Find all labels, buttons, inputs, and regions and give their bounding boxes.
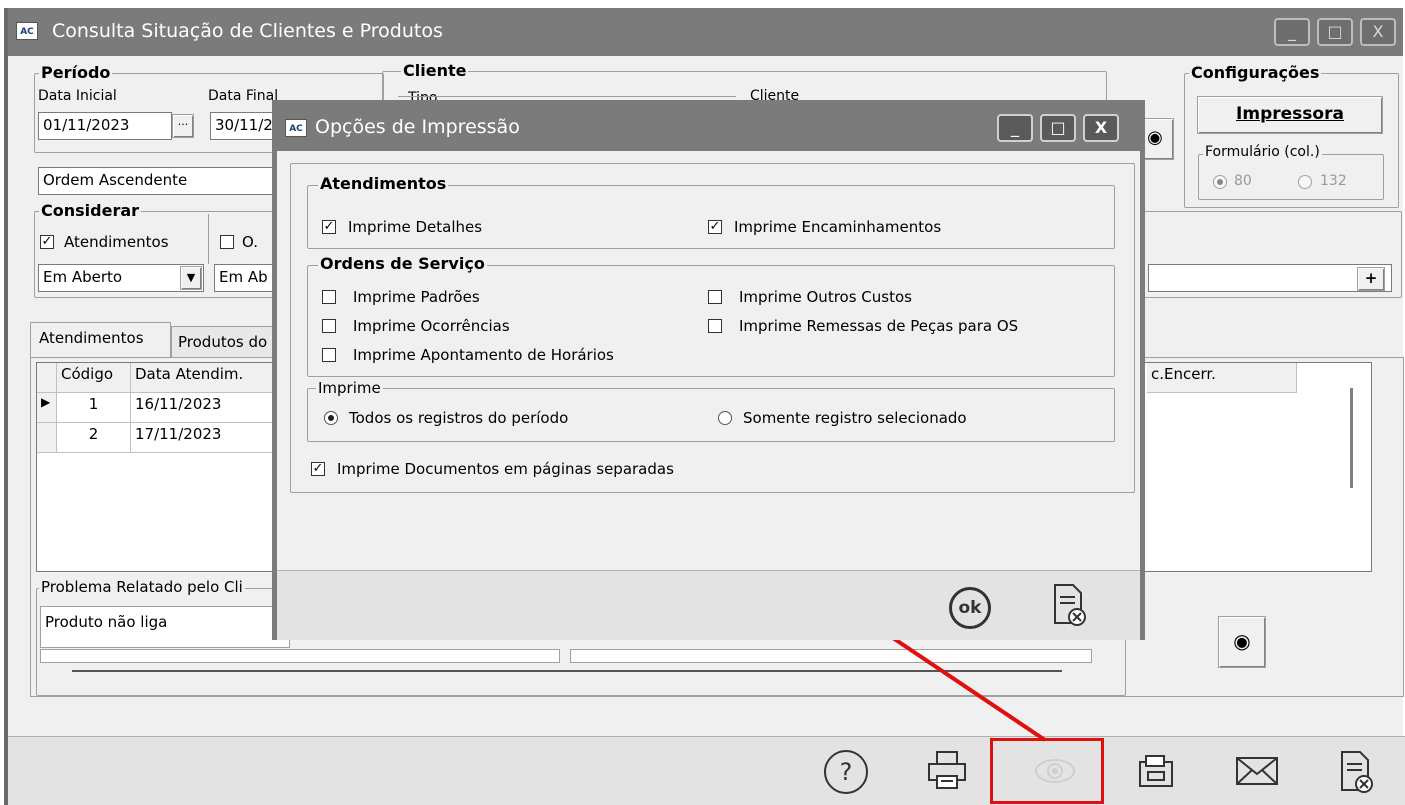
grid-cell-data[interactable]: 16/11/2023 xyxy=(131,393,281,423)
dialog-maximize-button[interactable]: □ xyxy=(1040,114,1076,142)
print-options-dialog: AC Opções de Impressão _ □ X Atendimento… xyxy=(272,100,1145,640)
imprime-encaminhamentos-label: Imprime Encaminhamentos xyxy=(734,218,942,236)
close-button[interactable]: X xyxy=(1360,18,1396,46)
grid-cell-data[interactable]: 17/11/2023 xyxy=(131,423,281,453)
atendimentos-checkbox[interactable]: ✓ xyxy=(40,235,54,249)
plus-button[interactable]: + xyxy=(1357,267,1385,291)
imprime-detalhes-checkbox[interactable]: ✓ xyxy=(322,220,336,234)
ordem-select[interactable]: Ordem Ascendente xyxy=(38,167,288,195)
considerar-legend: Considerar xyxy=(39,201,142,220)
periodo-legend: Período xyxy=(39,63,113,82)
tab-produtos[interactable]: Produtos do xyxy=(171,326,283,358)
imprime-apontamento-checkbox[interactable] xyxy=(322,348,336,362)
grid-header-data[interactable]: Data Atendim. xyxy=(131,363,281,393)
fax-icon[interactable] xyxy=(1132,752,1180,796)
data-final-label: Data Final xyxy=(208,88,279,104)
app-icon: AC xyxy=(16,22,38,40)
configuracoes-legend: Configurações xyxy=(1189,63,1322,82)
considerar-right-field[interactable] xyxy=(1148,264,1392,292)
os-checkbox-label: O. xyxy=(242,233,258,251)
radio-132-label: 132 xyxy=(1320,173,1347,189)
atendimentos-checkbox-label: Atendimentos xyxy=(64,233,169,251)
imprime-remessas-checkbox[interactable] xyxy=(708,319,722,333)
print-icon[interactable] xyxy=(922,748,972,798)
somente-registro-radio[interactable] xyxy=(718,411,732,425)
atendimentos-status-value: Em Aberto xyxy=(43,268,123,286)
row-indicator-icon: ▶ xyxy=(37,393,57,423)
problema-scroll-left[interactable] xyxy=(40,649,560,663)
dialog-title: Opções de Impressão xyxy=(315,116,520,138)
radio-80[interactable] xyxy=(1213,175,1227,189)
imprime-detalhes-label: Imprime Detalhes xyxy=(348,218,483,236)
grid-header-codigo[interactable]: Código xyxy=(57,363,131,393)
todos-registros-radio[interactable] xyxy=(324,411,338,425)
main-titlebar: AC Consulta Situação de Clientes e Produ… xyxy=(8,8,1403,56)
formulario-legend: Formulário (col.) xyxy=(1203,144,1322,160)
os-checkbox[interactable] xyxy=(220,235,234,249)
bottom-toolbar xyxy=(8,736,1405,805)
data-inicial-input[interactable]: 01/11/2023 xyxy=(38,112,172,140)
somente-registro-label: Somente registro selecionado xyxy=(743,409,967,427)
tipo-divider xyxy=(398,96,736,97)
imprime-ocorrencias-label: Imprime Ocorrências xyxy=(353,317,510,335)
considerar-divider xyxy=(208,214,209,264)
tab-atendimentos[interactable]: Atendimentos xyxy=(30,322,171,358)
radio-80-label: 80 xyxy=(1234,173,1252,189)
eye-icon: ◉ xyxy=(1233,629,1251,653)
problema-legend: Problema Relatado pelo Cli xyxy=(39,578,245,596)
maximize-button[interactable]: □ xyxy=(1317,18,1353,46)
row-selector xyxy=(37,423,57,453)
ordens-servico-legend: Ordens de Serviço xyxy=(318,254,487,273)
formulario-group: Formulário (col.) xyxy=(1198,144,1384,200)
date-picker-button[interactable]: ··· xyxy=(172,114,194,138)
grid-header-encerr[interactable]: c.Encerr. xyxy=(1147,363,1297,393)
atendimentos-options-legend: Atendimentos xyxy=(318,174,449,193)
data-inicial-label: Data Inicial xyxy=(38,88,117,104)
imprime-encaminhamentos-checkbox[interactable]: ✓ xyxy=(708,220,722,234)
grid-scrollbar[interactable] xyxy=(1350,388,1353,488)
problema-textbox[interactable]: Produto não liga xyxy=(40,606,290,648)
window-title: Consulta Situação de Clientes e Produtos xyxy=(52,20,443,42)
cliente-legend: Cliente xyxy=(401,61,469,80)
dialog-close-button[interactable]: X xyxy=(1083,114,1119,142)
close-document-icon[interactable] xyxy=(1334,750,1378,798)
imprime-padroes-label: Imprime Padrões xyxy=(353,288,480,306)
imprime-ocorrencias-checkbox[interactable] xyxy=(322,319,336,333)
cancel-document-icon[interactable] xyxy=(1049,583,1089,631)
dialog-minimize-button[interactable]: _ xyxy=(997,114,1033,142)
minimize-button[interactable]: _ xyxy=(1274,18,1310,46)
chevron-down-icon[interactable]: ▼ xyxy=(180,266,202,290)
imprime-apontamento-label: Imprime Apontamento de Horários xyxy=(353,346,614,364)
todos-registros-label: Todos os registros do período xyxy=(349,409,569,427)
dialog-app-icon: AC xyxy=(285,119,307,137)
imprime-padroes-checkbox[interactable] xyxy=(322,290,336,304)
imprime-outros-custos-checkbox[interactable] xyxy=(708,290,722,304)
radio-132[interactable] xyxy=(1298,175,1312,189)
atendimentos-options-group: Atendimentos xyxy=(307,174,1115,249)
imprime-remessas-label: Imprime Remessas de Peças para OS xyxy=(739,317,1019,335)
ok-button[interactable]: ok xyxy=(949,587,991,629)
documentos-separados-checkbox[interactable]: ✓ xyxy=(311,462,325,476)
documentos-separados-label: Imprime Documentos em páginas separadas xyxy=(337,460,674,478)
eye-icon: ◉ xyxy=(1147,127,1163,148)
imprime-legend: Imprime xyxy=(316,379,383,397)
impressora-button[interactable]: Impressora xyxy=(1197,96,1383,134)
help-icon[interactable]: ? xyxy=(824,750,868,794)
grid-corner xyxy=(37,363,57,393)
mail-icon[interactable] xyxy=(1232,754,1282,794)
dialog-titlebar: AC Opções de Impressão _ □ X xyxy=(277,105,1140,151)
grid-cell-codigo[interactable]: 1 xyxy=(57,393,131,423)
view-problema-button[interactable]: ◉ xyxy=(1218,616,1266,668)
grid-cell-codigo[interactable]: 2 xyxy=(57,423,131,453)
imprime-outros-custos-label: Imprime Outros Custos xyxy=(739,288,912,306)
dialog-footer: ok xyxy=(277,570,1140,640)
